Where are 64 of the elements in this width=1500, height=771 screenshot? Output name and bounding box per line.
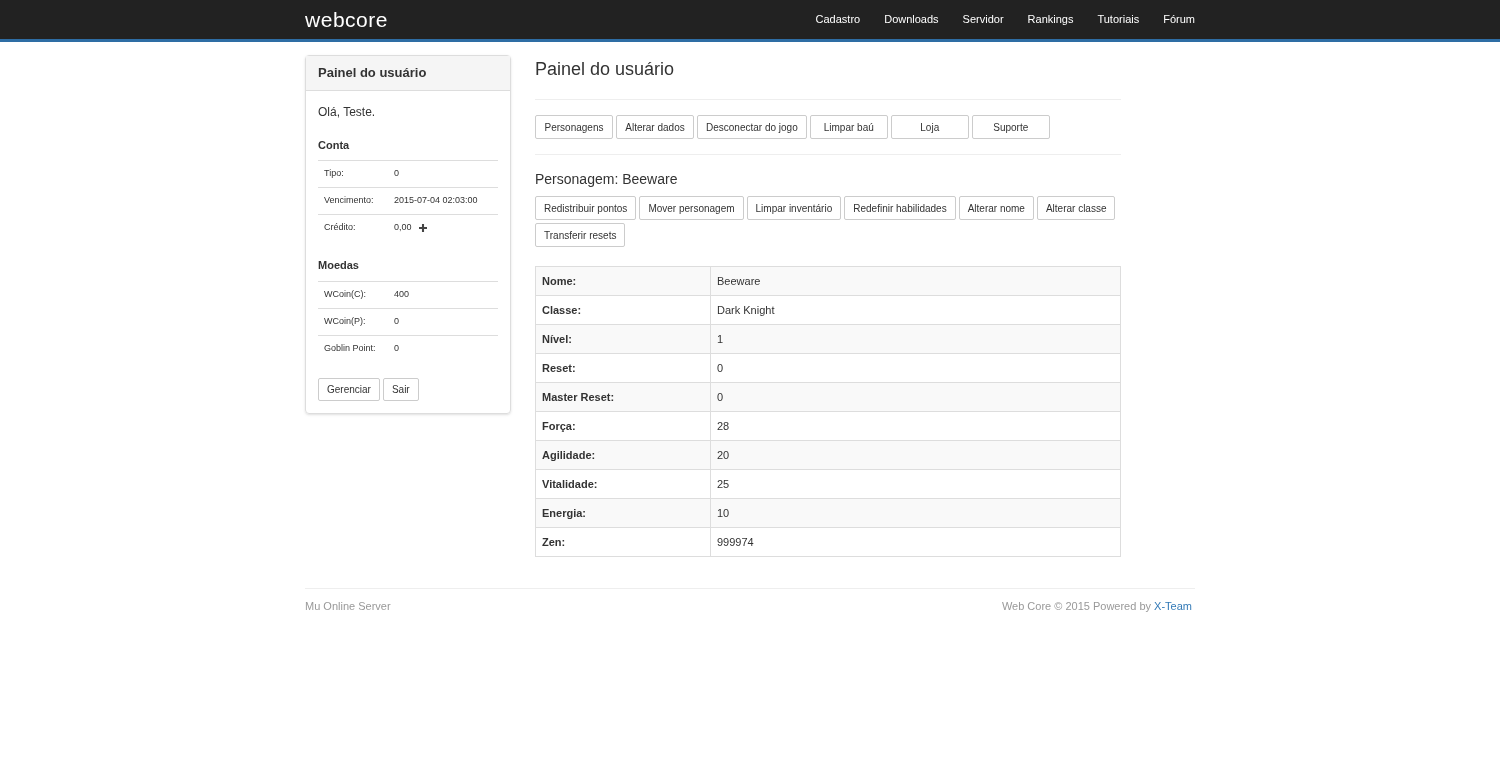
field-label: Goblin Point: xyxy=(324,341,377,355)
nav-link[interactable]: Fórum xyxy=(1151,11,1195,28)
brand-logo[interactable]: webcore xyxy=(305,3,389,36)
table-cell: Classe: xyxy=(535,295,711,325)
table-cell: 1 xyxy=(710,324,1121,354)
panel-title: Painel do usuário xyxy=(306,56,510,91)
character-button[interactable]: Limpar inventário xyxy=(746,196,842,220)
table-cell: 999974 xyxy=(710,527,1121,557)
menu-button[interactable]: Alterar dados xyxy=(616,115,694,139)
nav-link[interactable]: Rankings xyxy=(1015,11,1086,28)
field-label: Tipo: xyxy=(324,167,345,181)
menu-button[interactable]: Personagens xyxy=(535,115,613,139)
table-cell: 25 xyxy=(710,469,1121,499)
field-label: WCoin(P): xyxy=(324,314,367,328)
table-cell: Master Reset: xyxy=(535,382,711,412)
character-button[interactable]: Redefinir habilidades xyxy=(844,196,956,220)
plus-icon[interactable] xyxy=(418,224,427,232)
table-cell: Dark Knight xyxy=(710,295,1121,325)
field-value: 400 xyxy=(394,287,410,301)
menu-button[interactable]: Desconectar do jogo xyxy=(697,115,807,139)
copyright-text: Web Core © 2015 Powered by X-Team xyxy=(1001,599,1192,614)
table-cell: Zen: xyxy=(535,527,711,557)
nav-link[interactable]: Cadastro xyxy=(803,11,873,28)
panel-button[interactable]: Sair xyxy=(382,377,419,401)
character-button[interactable]: Alterar classe xyxy=(1036,196,1116,220)
panel-button[interactable]: Gerenciar xyxy=(318,377,380,401)
menu-button[interactable]: Limpar baú xyxy=(809,115,888,139)
table-cell: Agilidade: xyxy=(535,440,711,470)
menu-button[interactable]: Suporte xyxy=(971,115,1050,139)
nav-link[interactable]: Servidor xyxy=(950,11,1016,28)
table-cell: Nome: xyxy=(535,266,711,296)
table-cell: 0 xyxy=(710,382,1121,412)
page-title: Painel do usuário xyxy=(535,56,1121,100)
character-button[interactable]: Alterar nome xyxy=(958,196,1034,220)
table-cell: 0 xyxy=(710,353,1121,383)
field-value: 0 xyxy=(394,167,399,181)
table-cell: 10 xyxy=(710,498,1121,528)
field-value: 0 xyxy=(394,314,399,328)
table-cell: 28 xyxy=(710,411,1121,441)
table-cell: 20 xyxy=(710,440,1121,470)
nav-link[interactable]: Tutoriais xyxy=(1085,11,1152,28)
menu-button[interactable]: Loja xyxy=(890,115,969,139)
table-cell: Energia: xyxy=(535,498,711,528)
table-cell: Reset: xyxy=(535,353,711,383)
table-cell: Vitalidade: xyxy=(535,469,711,499)
section-heading: Conta xyxy=(318,137,351,153)
character-heading: Personagem: Beeware xyxy=(535,170,679,189)
footer-link[interactable]: X-Team xyxy=(1154,600,1192,612)
character-button[interactable]: Transferir resets xyxy=(535,223,626,247)
field-value: 0 xyxy=(394,341,399,355)
character-button[interactable]: Mover personagem xyxy=(639,196,744,220)
table-cell: Nível: xyxy=(535,324,711,354)
greeting: Olá, Teste. xyxy=(318,103,377,121)
nav-link[interactable]: Downloads xyxy=(872,11,951,28)
footer-text: Mu Online Server xyxy=(305,599,391,614)
field-label: WCoin(C): xyxy=(324,287,367,301)
field-value: 2015-07-04 02:03:00 xyxy=(394,194,478,208)
section-heading: Moedas xyxy=(318,258,360,273)
character-button[interactable]: Redistribuir pontos xyxy=(535,196,637,220)
field-label: Vencimento: xyxy=(324,194,375,208)
field-label: Crédito: xyxy=(324,221,357,235)
table-cell: Beeware xyxy=(710,266,1121,296)
table-cell: Força: xyxy=(535,411,711,441)
field-value: 0,00 xyxy=(394,221,412,235)
